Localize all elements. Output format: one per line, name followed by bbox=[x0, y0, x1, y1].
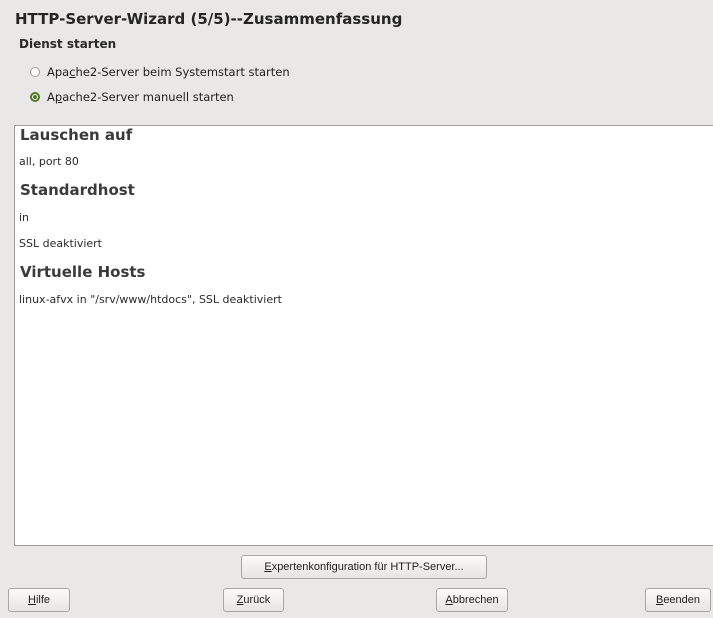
abort-button[interactable]: Abbrechen bbox=[436, 588, 508, 612]
radio-label-start-at-boot: Apache2-Server beim Systemstart starten bbox=[47, 65, 290, 79]
wizard-title: HTTP-Server-Wizard (5/5)--Zusammenfassun… bbox=[15, 10, 403, 28]
radio-indicator-start-at-boot[interactable] bbox=[30, 67, 40, 77]
radio-indicator-start-manually[interactable] bbox=[30, 92, 40, 102]
help-button[interactable]: Hilfe bbox=[8, 588, 70, 612]
start-service-group-label: Dienst starten bbox=[19, 37, 117, 51]
expert-config-button[interactable]: Expertenkonfiguration für HTTP-Server... bbox=[241, 555, 487, 579]
back-button[interactable]: Zurück bbox=[223, 588, 284, 612]
virtual-hosts-heading: Virtuelle Hosts bbox=[20, 263, 146, 281]
radio-start-manually[interactable]: Apache2-Server manuell starten bbox=[30, 88, 234, 106]
summary-panel[interactable]: Lauschen auf all, port 80 Standardhost i… bbox=[14, 125, 713, 546]
default-host-value: in bbox=[19, 211, 30, 224]
radio-start-at-boot[interactable]: Apache2-Server beim Systemstart starten bbox=[30, 63, 290, 81]
radio-label-start-manually: Apache2-Server manuell starten bbox=[47, 90, 234, 104]
listen-heading: Lauschen auf bbox=[20, 126, 133, 144]
listen-value: all, port 80 bbox=[19, 155, 79, 168]
virtual-host-entry: linux-afvx in "/srv/www/htdocs", SSL dea… bbox=[19, 293, 282, 306]
default-host-heading: Standardhost bbox=[20, 181, 135, 199]
default-host-ssl: SSL deaktiviert bbox=[19, 237, 102, 250]
finish-button[interactable]: Beenden bbox=[645, 588, 711, 612]
